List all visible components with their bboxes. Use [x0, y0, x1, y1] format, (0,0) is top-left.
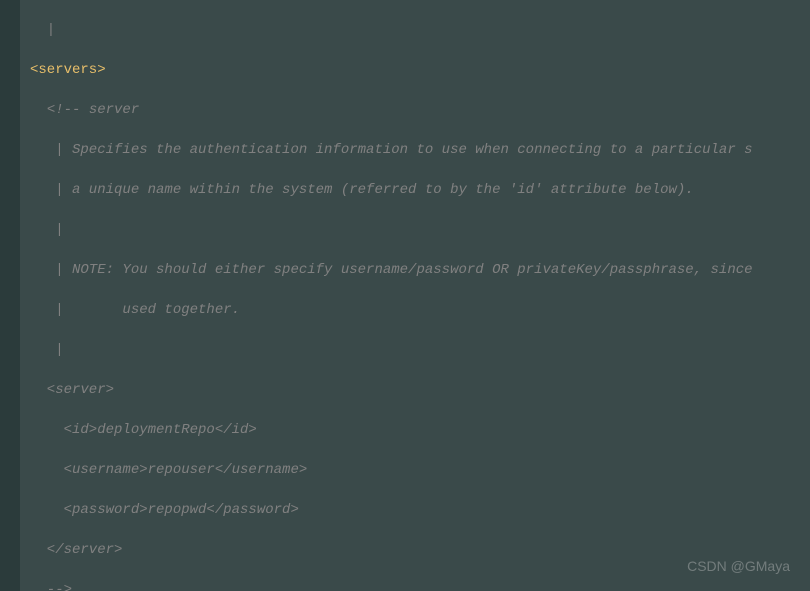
code-content[interactable]: | <servers> <!-- server | Specifies the … [20, 0, 810, 591]
code-line: | [30, 340, 800, 360]
code-editor[interactable]: | <servers> <!-- server | Specifies the … [0, 0, 810, 591]
editor-gutter [0, 0, 20, 591]
code-line: <servers> [30, 60, 800, 80]
code-line: <username>repouser</username> [30, 460, 800, 480]
code-line: </server> [30, 540, 800, 560]
code-line: | Specifies the authentication informati… [30, 140, 800, 160]
code-line: <id>deploymentRepo</id> [30, 420, 800, 440]
code-line: | used together. [30, 300, 800, 320]
code-line: | [30, 220, 800, 240]
code-line: | [30, 20, 800, 40]
code-line: --> [30, 580, 800, 591]
code-line: <!-- server [30, 100, 800, 120]
code-line: | NOTE: You should either specify userna… [30, 260, 800, 280]
code-line: <password>repopwd</password> [30, 500, 800, 520]
code-line: <server> [30, 380, 800, 400]
code-line: | a unique name within the system (refer… [30, 180, 800, 200]
